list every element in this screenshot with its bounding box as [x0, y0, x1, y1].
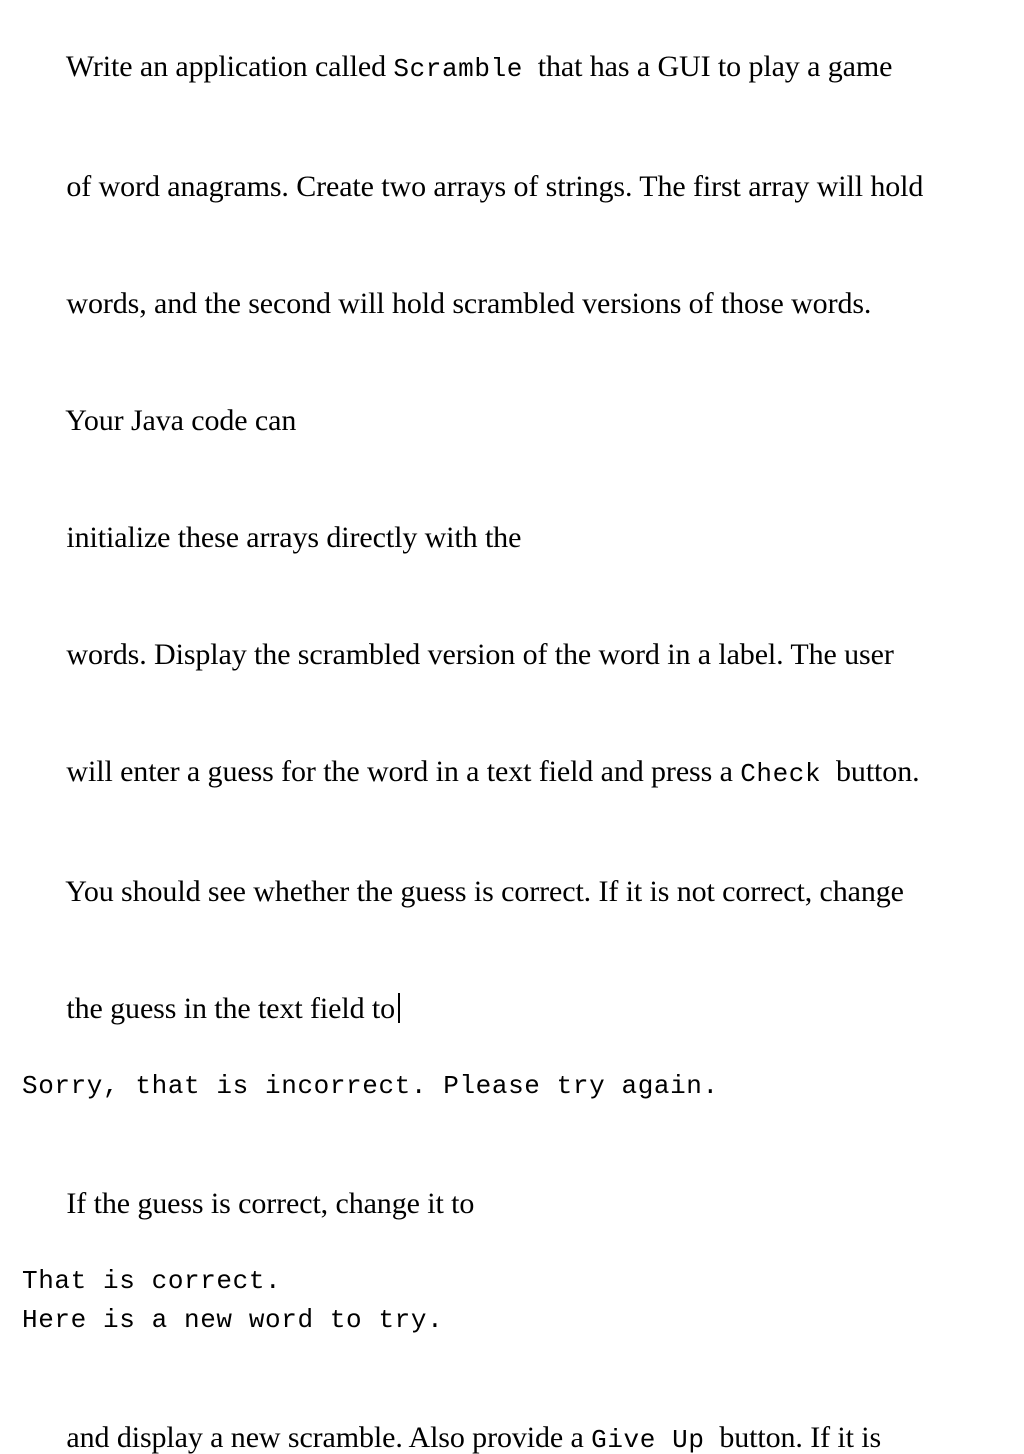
prose-text: button.: [821, 755, 920, 788]
text-line: Write an application called Scramble tha…: [22, 8, 1007, 128]
prose-text: words, and the second will hold scramble…: [66, 287, 872, 320]
text-line: words. Display the scrambled version of …: [22, 596, 1007, 713]
assignment-document: Write an application called Scramble tha…: [22, 8, 1007, 1454]
prose-text: that has a GUI to play a game: [523, 50, 893, 83]
prose-text: Your Java code can: [65, 404, 297, 437]
text-line: You should see whether the guess is corr…: [22, 833, 1007, 950]
blank-line-spacer: [22, 1340, 1007, 1379]
prose-text: button. If it is: [704, 1421, 882, 1454]
paragraph-intro: Write an application called Scramble tha…: [22, 8, 1007, 1067]
code-line-that-is-correct: That is correct.: [22, 1266, 282, 1296]
prose-text: and display a new scramble. Also provide…: [66, 1421, 592, 1454]
code-span-give-up: Give Up: [591, 1425, 705, 1454]
prose-text: You should see whether the guess is corr…: [65, 875, 904, 908]
prose-text: If the guess is correct, change it to: [66, 1187, 475, 1220]
prose-text: of word anagrams. Create two arrays of s…: [66, 170, 924, 203]
text-line: words, and the second will hold scramble…: [22, 245, 1007, 362]
prose-text: the guess in the text field to: [66, 992, 396, 1025]
code-span-scramble: Scramble: [393, 54, 523, 84]
prose-text: words. Display the scrambled version of …: [66, 638, 894, 671]
text-line: will enter a guess for the word in a tex…: [22, 713, 1007, 833]
paragraph-incorrect-message: Sorry, that is incorrect. Please try aga…: [22, 1067, 1007, 1106]
prose-text: will enter a guess for the word in a tex…: [66, 755, 741, 788]
text-line: of word anagrams. Create two arrays of s…: [22, 128, 1007, 245]
code-line-incorrect-message: Sorry, that is incorrect. Please try aga…: [22, 1071, 719, 1101]
paragraph-correct-message: That is correct. Here is a new word to t…: [22, 1262, 1007, 1340]
paragraph-outro: and display a new scramble. Also provide…: [22, 1379, 1007, 1454]
code-line-new-word: Here is a new word to try.: [22, 1305, 444, 1335]
paragraph-correct-intro: If the guess is correct, change it to: [22, 1145, 1007, 1262]
text-line: If the guess is correct, change it to: [22, 1145, 1007, 1262]
prose-text: Write an application called: [65, 50, 394, 83]
blank-line-spacer: [22, 1106, 1007, 1145]
text-line: and display a new scramble. Also provide…: [22, 1379, 1007, 1454]
text-cursor-icon: [398, 993, 401, 1023]
code-span-check: Check: [740, 759, 822, 789]
text-line: the guess in the text field to: [22, 950, 1007, 1067]
prose-text: initialize these arrays directly with th…: [66, 521, 522, 554]
text-line: initialize these arrays directly with th…: [22, 479, 1007, 596]
text-line: Your Java code can: [22, 362, 1007, 479]
